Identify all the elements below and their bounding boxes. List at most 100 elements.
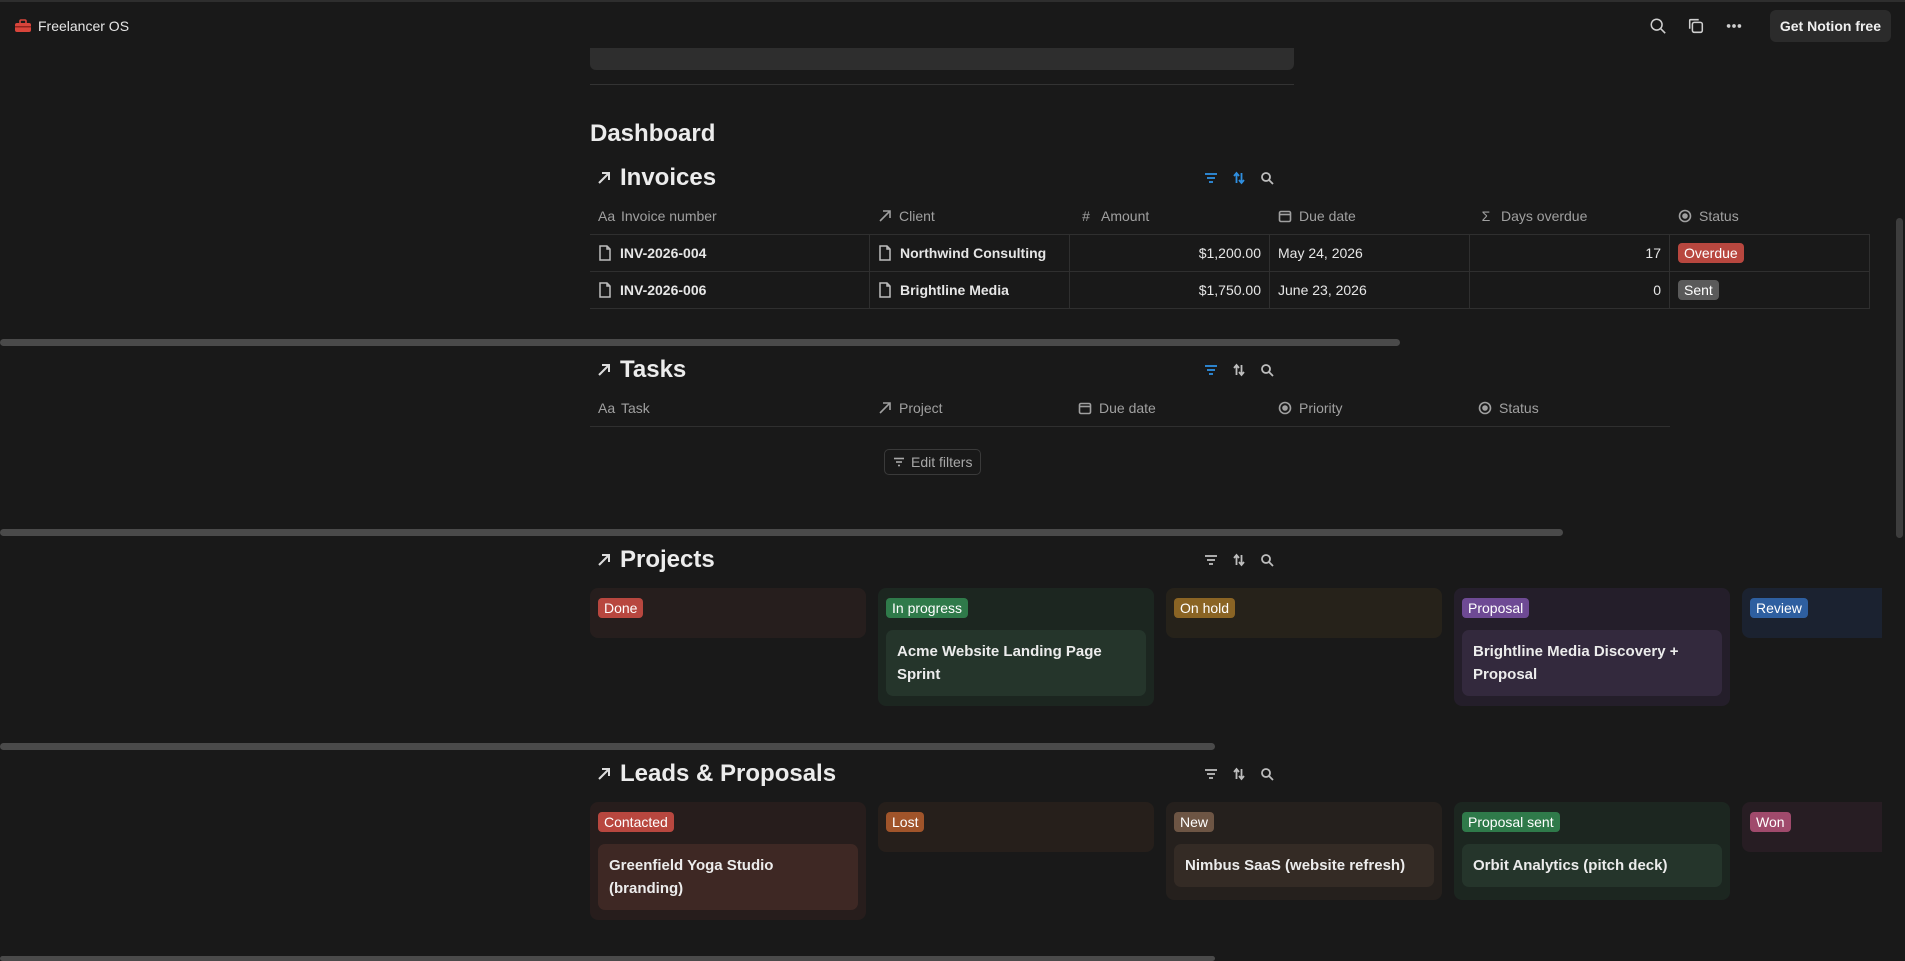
days-overdue-cell[interactable]: 17 <box>1470 235 1670 271</box>
filter-icon[interactable] <box>1203 170 1219 186</box>
column-status[interactable]: Status <box>1470 389 1670 426</box>
link-arrow-icon <box>596 766 612 782</box>
board-card[interactable]: Brightline Media Discovery + Proposal <box>1462 630 1722 696</box>
status-cell[interactable]: Overdue <box>1670 235 1870 271</box>
search-icon[interactable] <box>1259 552 1275 568</box>
invoice-cell[interactable]: INV-2026-006 <box>590 272 870 308</box>
column-amount[interactable]: # Amount <box>1070 197 1270 234</box>
board-group-won[interactable]: Won <box>1742 802 1882 852</box>
filter-icon[interactable] <box>1203 362 1219 378</box>
relation-icon <box>879 209 891 222</box>
dashboard-heading: Dashboard <box>590 120 716 147</box>
get-notion-button[interactable]: Get Notion free <box>1769 10 1891 42</box>
search-icon[interactable] <box>1259 362 1275 378</box>
group-label: In progress <box>886 598 969 618</box>
board-group-in-progress[interactable]: In progress Acme Website Landing Page Sp… <box>878 588 1154 706</box>
amount-cell[interactable]: $1,200.00 <box>1070 235 1270 271</box>
link-arrow-icon <box>596 552 612 568</box>
tasks-title: Tasks <box>620 356 687 383</box>
status-badge: Overdue <box>1678 243 1744 263</box>
filter-icon[interactable] <box>1203 766 1219 782</box>
link-arrow-icon <box>596 170 612 186</box>
board-group-proposal[interactable]: Proposal Brightline Media Discovery + Pr… <box>1454 588 1730 706</box>
page-breadcrumb[interactable]: Freelancer OS <box>14 18 129 34</box>
horizontal-scrollbar[interactable] <box>0 743 1215 750</box>
title-property-icon: Aa <box>598 207 616 224</box>
board-group-done[interactable]: Done <box>590 588 866 638</box>
board-card[interactable]: Nimbus SaaS (website refresh) <box>1174 844 1434 887</box>
board-card[interactable]: Acme Website Landing Page Sprint <box>886 630 1146 696</box>
column-task[interactable]: Aa Task <box>590 389 870 426</box>
horizontal-scrollbar[interactable] <box>0 956 1215 961</box>
invoices-column-header: Aa Invoice number Client # Amount Due date… <box>590 197 1870 235</box>
due-date-cell[interactable]: June 23, 2026 <box>1270 272 1470 308</box>
page-icon <box>599 282 611 298</box>
invoices-title: Invoices <box>620 164 717 191</box>
tasks-column-header: Aa Task Project Due date Priority Status <box>590 389 1670 427</box>
status-icon <box>1478 401 1492 414</box>
column-due-date[interactable]: Due date <box>1270 197 1470 234</box>
page-title: Freelancer OS <box>38 18 130 34</box>
link-arrow-icon <box>596 362 612 378</box>
edit-filters-button[interactable]: Edit filters <box>884 449 982 475</box>
sort-icon[interactable] <box>1231 170 1247 186</box>
group-label: Lost <box>886 812 925 832</box>
column-priority[interactable]: Priority <box>1270 389 1470 426</box>
sort-icon[interactable] <box>1231 362 1247 378</box>
table-row[interactable]: INV-2026-006 Brightline Media $1,750.00 … <box>590 272 1870 309</box>
column-status[interactable]: Status <box>1670 197 1870 234</box>
board-group-lost[interactable]: Lost <box>878 802 1154 852</box>
group-label: Contacted <box>598 812 674 832</box>
leads-title: Leads & Proposals <box>620 760 837 787</box>
embed-block <box>590 48 1294 70</box>
filter-icon[interactable] <box>1203 552 1219 568</box>
board-group-contacted[interactable]: Contacted Greenfield Yoga Studio (brandi… <box>590 802 866 920</box>
search-icon[interactable] <box>1259 170 1275 186</box>
board-card[interactable]: Greenfield Yoga Studio (branding) <box>598 844 858 910</box>
duplicate-icon[interactable] <box>1684 14 1708 38</box>
group-label: Review <box>1750 598 1808 618</box>
column-days-overdue[interactable]: Σ Days overdue <box>1470 197 1670 234</box>
search-icon[interactable] <box>1259 766 1275 782</box>
group-label: Done <box>598 598 644 618</box>
group-label: Proposal sent <box>1462 812 1560 832</box>
column-invoice-number[interactable]: Aa Invoice number <box>590 197 870 234</box>
table-row[interactable]: INV-2026-004 Northwind Consulting $1,200… <box>590 235 1870 272</box>
horizontal-scrollbar[interactable] <box>0 339 1400 346</box>
tasks-header[interactable]: Tasks <box>596 356 686 384</box>
leads-header[interactable]: Leads & Proposals <box>596 760 836 788</box>
relation-icon <box>879 401 891 414</box>
page-icon <box>599 245 611 261</box>
column-project[interactable]: Project <box>870 389 1070 426</box>
horizontal-scrollbar[interactable] <box>0 529 1563 536</box>
more-icon[interactable] <box>1722 14 1746 38</box>
invoice-cell[interactable]: INV-2026-004 <box>590 235 870 271</box>
top-bar: Freelancer OS Get Notion free <box>0 0 1905 50</box>
board-group-on-hold[interactable]: On hold <box>1166 588 1442 638</box>
status-icon <box>1678 209 1692 222</box>
number-property-icon: # <box>1082 207 1090 224</box>
invoices-header[interactable]: Invoices <box>596 164 716 192</box>
page-icon <box>879 282 891 298</box>
sort-icon[interactable] <box>1231 552 1247 568</box>
amount-cell[interactable]: $1,750.00 <box>1070 272 1270 308</box>
client-cell[interactable]: Brightline Media <box>870 272 1070 308</box>
title-property-icon: Aa <box>598 399 616 416</box>
column-due-date[interactable]: Due date <box>1070 389 1270 426</box>
search-icon[interactable] <box>1646 14 1670 38</box>
days-overdue-cell[interactable]: 0 <box>1470 272 1670 308</box>
calendar-icon <box>1278 210 1292 222</box>
column-client[interactable]: Client <box>870 197 1070 234</box>
vertical-scrollbar[interactable] <box>1896 218 1903 538</box>
board-group-proposal-sent[interactable]: Proposal sent Orbit Analytics (pitch dec… <box>1454 802 1730 900</box>
group-label: Won <box>1750 812 1791 832</box>
board-card[interactable]: Orbit Analytics (pitch deck) <box>1462 844 1722 887</box>
sort-icon[interactable] <box>1231 766 1247 782</box>
status-cell[interactable]: Sent <box>1670 272 1870 308</box>
client-cell[interactable]: Northwind Consulting <box>870 235 1070 271</box>
board-group-review[interactable]: Review <box>1742 588 1882 638</box>
status-badge: Sent <box>1678 280 1719 300</box>
board-group-new[interactable]: New Nimbus SaaS (website refresh) <box>1166 802 1442 900</box>
due-date-cell[interactable]: May 24, 2026 <box>1270 235 1470 271</box>
projects-header[interactable]: Projects <box>596 546 715 574</box>
